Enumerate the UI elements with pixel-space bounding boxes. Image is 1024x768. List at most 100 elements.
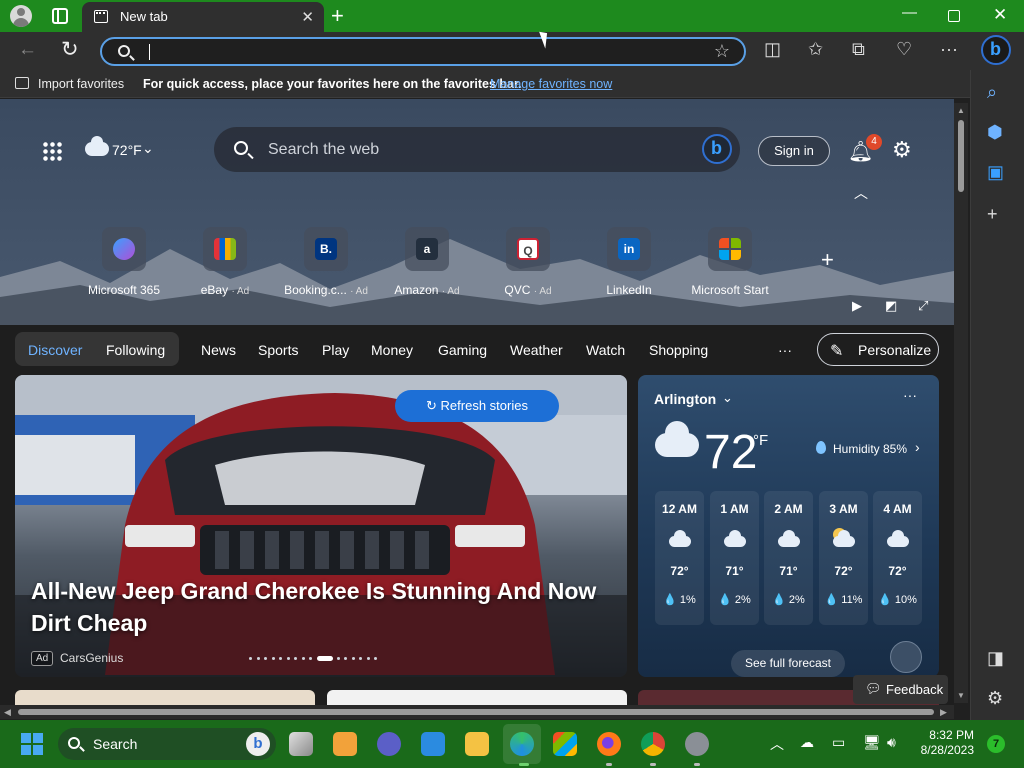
- personalize-button[interactable]: ✎ Personalize: [817, 333, 939, 366]
- file-explorer-icon[interactable]: [465, 732, 489, 756]
- hero-story-card[interactable]: ↻ Refresh stories All-New Jeep Grand Che…: [15, 375, 627, 677]
- maximize-button[interactable]: [948, 10, 960, 22]
- tab-gaming[interactable]: Gaming: [438, 342, 487, 358]
- tab-shopping[interactable]: Shopping: [649, 342, 708, 358]
- chrome-icon[interactable]: [641, 732, 665, 756]
- tab-actions-icon[interactable]: [52, 8, 68, 24]
- back-arrow-icon[interactable]: ←: [18, 39, 37, 61]
- keyboard-icon[interactable]: ▭: [832, 734, 845, 751]
- carousel-dot[interactable]: [264, 657, 267, 660]
- quick-link-amazon[interactable]: a Amazon · Ad: [382, 227, 472, 297]
- quick-link-linkedin[interactable]: in LinkedIn: [584, 227, 674, 297]
- quick-link-qvc[interactable]: Q QVC · Ad: [483, 227, 573, 297]
- chevron-down-icon[interactable]: ⌄: [722, 390, 733, 406]
- story-card-peek[interactable]: [15, 690, 315, 705]
- quick-link-booking[interactable]: B. Booking.c... · Ad: [281, 227, 371, 297]
- chevron-right-icon[interactable]: ›: [915, 439, 920, 455]
- sidebar-settings-icon[interactable]: ⚙: [987, 688, 1003, 709]
- tab-sports[interactable]: Sports: [258, 342, 298, 358]
- task-view-icon[interactable]: [289, 732, 313, 756]
- network-icon[interactable]: 🖥︎: [863, 734, 881, 751]
- tab-weather[interactable]: Weather: [510, 342, 563, 358]
- carousel-dot[interactable]: [286, 657, 290, 660]
- quick-link-ebay[interactable]: eBay · Ad: [180, 227, 270, 297]
- carousel-dot[interactable]: [366, 657, 370, 660]
- carousel-dot[interactable]: [301, 657, 305, 660]
- more-options-icon[interactable]: ···: [940, 39, 958, 60]
- minimize-button[interactable]: —: [902, 4, 917, 21]
- more-tabs-button[interactable]: ···: [778, 342, 792, 358]
- tab-watch[interactable]: Watch: [586, 342, 625, 358]
- volume-icon[interactable]: 🔊︎: [887, 734, 896, 751]
- sidebar-copilot-icon[interactable]: ⬢: [987, 122, 1003, 143]
- tab-new-tab[interactable]: New tab ✕: [82, 2, 324, 32]
- play-icon[interactable]: ▶: [852, 298, 862, 314]
- sidebar-search-icon[interactable]: ⌕: [987, 82, 997, 103]
- carousel-dot[interactable]: [336, 657, 340, 660]
- settings-gear-icon[interactable]: [685, 732, 709, 756]
- web-search-input[interactable]: [268, 139, 668, 161]
- weather-city[interactable]: Arlington: [654, 391, 716, 407]
- weather-avatar-icon[interactable]: [890, 641, 922, 673]
- import-favorites-button[interactable]: Import favorites: [38, 77, 124, 91]
- bing-copilot-button[interactable]: b: [981, 35, 1011, 65]
- close-window-button[interactable]: ✕: [993, 5, 1007, 25]
- browser-essentials-icon[interactable]: ♡: [896, 39, 912, 60]
- collections-icon[interactable]: ⧉: [852, 39, 865, 60]
- scroll-left-arrow-icon[interactable]: ◀: [4, 707, 11, 718]
- hide-sidebar-icon[interactable]: ◨: [987, 648, 1004, 669]
- profile-avatar[interactable]: [10, 5, 32, 27]
- sidebar-add-icon[interactable]: +: [987, 204, 998, 225]
- horizontal-scroll-thumb[interactable]: [18, 709, 934, 715]
- tab-news[interactable]: News: [201, 342, 236, 358]
- scroll-down-arrow-icon[interactable]: ▼: [957, 691, 965, 700]
- sidebar-outlook-icon[interactable]: ▣: [987, 162, 1004, 183]
- carousel-dot[interactable]: [344, 657, 347, 660]
- carousel-dot[interactable]: [359, 657, 362, 660]
- carousel-dot[interactable]: [249, 657, 252, 660]
- edge-browser-icon[interactable]: [510, 732, 534, 756]
- edit-background-icon[interactable]: ◩: [885, 298, 897, 314]
- carousel-dot[interactable]: [294, 657, 297, 660]
- microsoft-store-icon[interactable]: [553, 732, 577, 756]
- windows-start-icon[interactable]: [21, 733, 43, 755]
- carousel-dot[interactable]: [351, 657, 355, 660]
- weather-card[interactable]: Arlington ⌄ ··· 72 °F Humidity 85% › 12 …: [638, 375, 939, 677]
- hero-headline[interactable]: All-New Jeep Grand Cherokee Is Stunning …: [31, 575, 621, 639]
- close-tab-icon[interactable]: ✕: [301, 8, 314, 26]
- tab-following[interactable]: Following: [106, 342, 165, 358]
- see-full-forecast-button[interactable]: See full forecast: [731, 650, 845, 677]
- carousel-dot[interactable]: [279, 657, 282, 660]
- story-card-peek[interactable]: [327, 690, 627, 705]
- tab-discover[interactable]: Discover: [28, 342, 82, 358]
- expand-icon[interactable]: ⤢: [918, 298, 928, 314]
- address-input[interactable]: [157, 42, 697, 62]
- show-hidden-icons-chevron-icon[interactable]: ︿: [770, 734, 784, 754]
- refresh-icon[interactable]: ↻: [61, 37, 79, 62]
- firefox-icon[interactable]: [597, 732, 621, 756]
- notification-count-badge[interactable]: 7: [987, 735, 1005, 753]
- favorite-star-icon[interactable]: ☆: [714, 41, 730, 62]
- sign-in-button[interactable]: Sign in: [758, 136, 830, 166]
- app-launcher-icon[interactable]: [42, 141, 62, 161]
- carousel-dot[interactable]: [256, 657, 260, 660]
- page-settings-gear-icon[interactable]: ⚙: [892, 137, 912, 163]
- quick-link-microsoft-start[interactable]: Microsoft Start: [685, 227, 775, 297]
- chevron-up-icon[interactable]: ︿: [854, 183, 868, 203]
- quick-link-microsoft-365[interactable]: Microsoft 365: [79, 227, 169, 297]
- carousel-dot[interactable]: [309, 657, 312, 660]
- add-quick-link-icon[interactable]: +: [821, 247, 834, 273]
- manage-favorites-link[interactable]: Manage favorites now: [490, 77, 612, 91]
- new-tab-button[interactable]: +: [331, 3, 344, 29]
- carousel-dot-active[interactable]: [316, 656, 333, 661]
- feedback-button[interactable]: 💬︎ Feedback: [853, 675, 948, 704]
- carousel-dot[interactable]: [271, 657, 275, 660]
- teams-chat-icon[interactable]: [377, 732, 401, 756]
- split-screen-icon[interactable]: ◫: [764, 39, 781, 60]
- humidity-value[interactable]: Humidity 85%: [833, 442, 907, 456]
- horizontal-scrollbar[interactable]: ◀ ▶: [0, 705, 954, 719]
- address-bar[interactable]: ☆: [100, 37, 746, 66]
- web-search-box[interactable]: b: [214, 127, 740, 172]
- weather-more-button[interactable]: ···: [903, 387, 917, 403]
- scroll-up-arrow-icon[interactable]: ▲: [957, 106, 965, 115]
